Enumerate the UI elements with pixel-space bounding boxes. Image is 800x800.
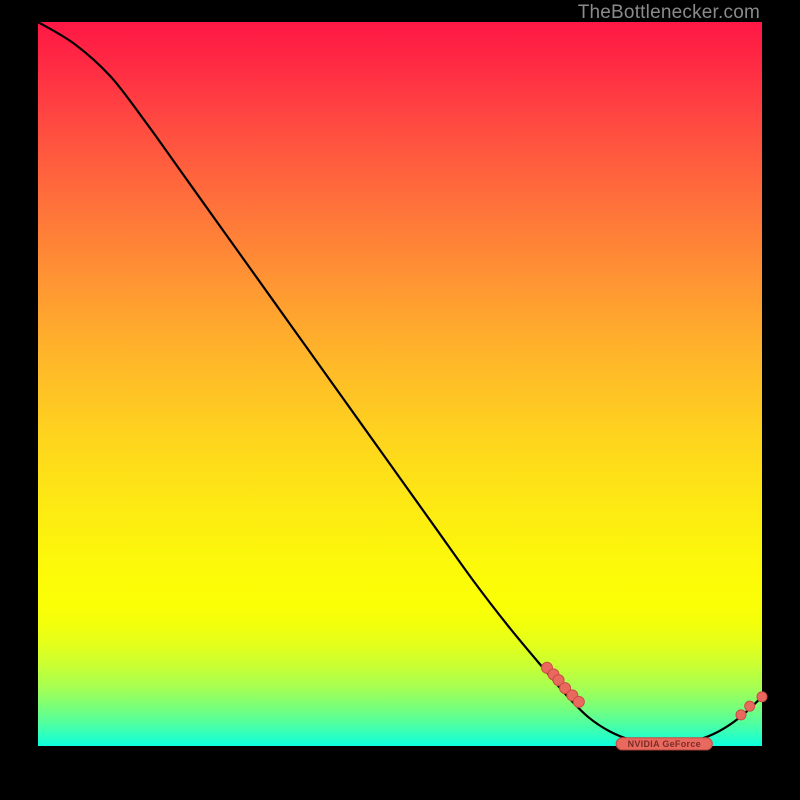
bottleneck-curve xyxy=(38,22,762,744)
chart-svg: NVIDIA GeForce xyxy=(38,22,762,746)
data-point-dot xyxy=(736,710,746,720)
marker-cluster-left xyxy=(541,662,584,707)
data-point-dot xyxy=(573,696,584,707)
series-label-pill-text: NVIDIA GeForce xyxy=(628,739,701,749)
data-point-dot xyxy=(745,701,755,711)
series-label-pill: NVIDIA GeForce xyxy=(616,738,712,750)
watermark-text: TheBottlenecker.com xyxy=(578,2,760,24)
data-point-dot xyxy=(757,692,767,702)
marker-cluster-right xyxy=(736,692,767,720)
chart-area: NVIDIA GeForce xyxy=(38,22,762,746)
